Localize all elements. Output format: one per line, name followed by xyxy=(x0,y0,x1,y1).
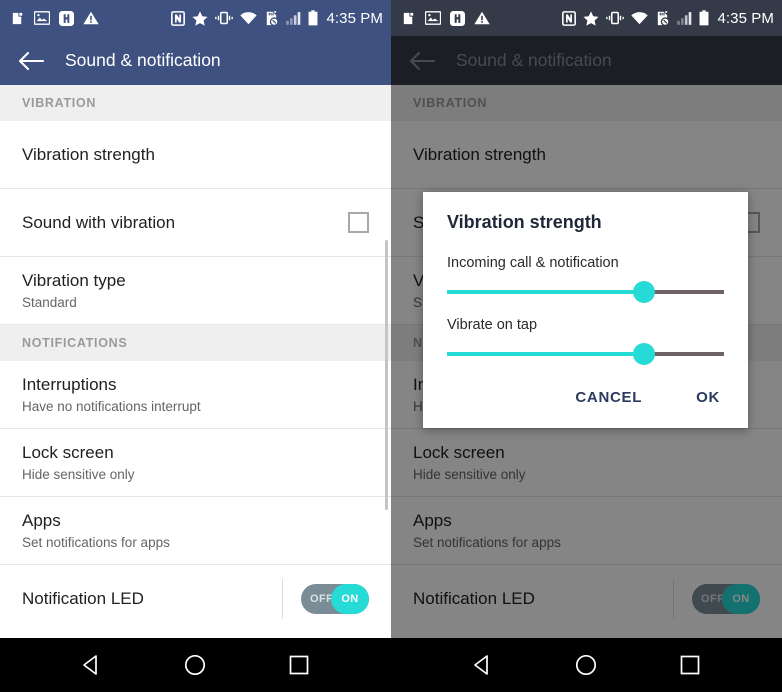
list-item-title: Vibration strength xyxy=(22,144,155,164)
cancel-button[interactable]: CANCEL xyxy=(571,383,646,412)
section-header-notifications: NOTIFICATIONS xyxy=(0,325,391,361)
vibrate-icon xyxy=(606,11,625,25)
left-phone-screen: 4:35 PM Sound & notification VIBRATION V… xyxy=(0,0,391,692)
sd-card-removed-icon xyxy=(267,10,280,26)
nav-recents-square-icon[interactable] xyxy=(287,653,311,677)
warning-triangle-icon xyxy=(474,11,490,25)
dialog-actions: CANCEL OK xyxy=(447,383,724,416)
signal-bars-icon xyxy=(286,12,301,25)
h-badge-icon xyxy=(450,10,465,26)
list-item-text: Sound with vibration xyxy=(22,212,175,233)
status-bar-right-icons: 4:35 PM xyxy=(562,10,774,27)
list-item-title: Interruptions xyxy=(22,375,117,395)
navigation-bar xyxy=(391,638,782,692)
wifi-icon xyxy=(240,11,258,24)
slider-thumb[interactable] xyxy=(632,281,655,303)
list-item-interruptions[interactable]: Interruptions Have no notifications inte… xyxy=(0,361,391,429)
battery-icon xyxy=(699,10,709,26)
dialog-title: Vibration strength xyxy=(447,212,602,232)
screenshot-image-icon xyxy=(34,11,50,25)
nav-home-circle-icon[interactable] xyxy=(183,653,207,677)
slider-incoming-call[interactable] xyxy=(447,281,724,303)
status-bar: 4:35 PM xyxy=(0,0,391,36)
notification-led-toggle[interactable]: OFF ON xyxy=(301,584,369,614)
status-bar-clock: 4:35 PM xyxy=(326,9,383,27)
list-item-text: Vibration type Standard xyxy=(22,270,126,310)
section-header-vibration: VIBRATION xyxy=(0,85,391,121)
nav-back-triangle-icon[interactable] xyxy=(80,653,104,677)
status-bar-right-icons: 4:35 PM xyxy=(171,10,383,27)
usb-debug-icon xyxy=(12,12,23,24)
nav-back-triangle-icon[interactable] xyxy=(471,653,495,677)
toggle-knob: ON xyxy=(331,584,369,614)
list-item-text: Apps Set notifications for apps xyxy=(22,510,170,550)
slider-fill xyxy=(447,352,644,356)
h-badge-icon xyxy=(59,10,74,26)
warning-triangle-icon xyxy=(83,11,99,25)
sound-with-vibration-checkbox[interactable] xyxy=(348,212,369,233)
list-item-notification-led[interactable]: Notification LED OFF ON xyxy=(0,565,391,633)
list-item-lock-screen[interactable]: Lock screen Hide sensitive only xyxy=(0,429,391,497)
status-bar-left-icons xyxy=(10,10,99,26)
usb-debug-icon xyxy=(403,12,414,24)
toggle-divider xyxy=(282,579,283,619)
status-bar-left-icons xyxy=(401,10,490,26)
star-icon xyxy=(192,10,208,26)
list-item-text: Interruptions Have no notifications inte… xyxy=(22,374,201,414)
list-item-title: Sound with vibration xyxy=(22,212,176,232)
list-item-subtitle: Set notifications for apps xyxy=(22,534,170,550)
page-title: Sound & notification xyxy=(65,50,221,70)
slider-fill xyxy=(447,290,644,294)
list-item-vibration-type[interactable]: Vibration type Standard xyxy=(0,257,391,325)
list-item-control xyxy=(348,212,369,233)
star-icon xyxy=(583,10,599,26)
toggle-on-label: ON xyxy=(341,593,359,605)
list-item-sound-with-vibration[interactable]: Sound with vibration xyxy=(0,189,391,257)
list-scrollbar[interactable] xyxy=(385,240,388,510)
wifi-icon xyxy=(631,11,649,24)
list-item-title: Vibration type xyxy=(22,271,126,291)
navigation-bar xyxy=(0,638,391,692)
vibration-strength-dialog: Vibration strength Incoming call & notif… xyxy=(423,192,748,428)
list-item-text: Vibration strength xyxy=(22,144,155,165)
list-item-text: Notification LED xyxy=(22,588,144,609)
list-item-subtitle: Have no notifications interrupt xyxy=(22,398,201,414)
screenshot-image-icon xyxy=(425,11,441,25)
nfc-icon xyxy=(562,10,577,26)
slider-thumb[interactable] xyxy=(632,343,655,365)
list-item-title: Lock screen xyxy=(22,443,114,463)
list-item-vibration-strength[interactable]: Vibration strength xyxy=(0,121,391,189)
settings-list[interactable]: VIBRATION Vibration strength Sound with … xyxy=(0,85,391,638)
list-item-title: Apps xyxy=(22,511,61,531)
app-toolbar: Sound & notification xyxy=(0,36,391,85)
screenshot-stage: 4:35 PM Sound & notification VIBRATION V… xyxy=(0,0,782,692)
nav-home-circle-icon[interactable] xyxy=(574,653,598,677)
list-item-text: Lock screen Hide sensitive only xyxy=(22,442,135,482)
status-bar-clock: 4:35 PM xyxy=(717,9,774,27)
list-item-subtitle: Hide sensitive only xyxy=(22,466,135,482)
back-arrow-icon[interactable] xyxy=(18,51,44,71)
right-phone-screen: 4:35 PM Sound & notification VIBRATION V… xyxy=(391,0,782,692)
toggle-off-label: OFF xyxy=(310,593,334,605)
slider-label-vibrate-on-tap: Vibrate on tap xyxy=(447,317,538,333)
list-item-title: Notification LED xyxy=(22,589,144,609)
nav-recents-square-icon[interactable] xyxy=(678,653,702,677)
slider-label-incoming-call: Incoming call & notification xyxy=(447,255,619,271)
list-item-subtitle: Standard xyxy=(22,294,77,310)
status-bar: 4:35 PM xyxy=(391,0,782,36)
list-item-control: OFF ON xyxy=(282,579,369,619)
vibrate-icon xyxy=(215,11,234,25)
signal-bars-icon xyxy=(677,12,692,25)
ok-button[interactable]: OK xyxy=(692,383,724,412)
battery-icon xyxy=(308,10,318,26)
nfc-icon xyxy=(171,10,186,26)
slider-vibrate-on-tap[interactable] xyxy=(447,343,724,365)
sd-card-removed-icon xyxy=(658,10,671,26)
list-item-apps[interactable]: Apps Set notifications for apps xyxy=(0,497,391,565)
